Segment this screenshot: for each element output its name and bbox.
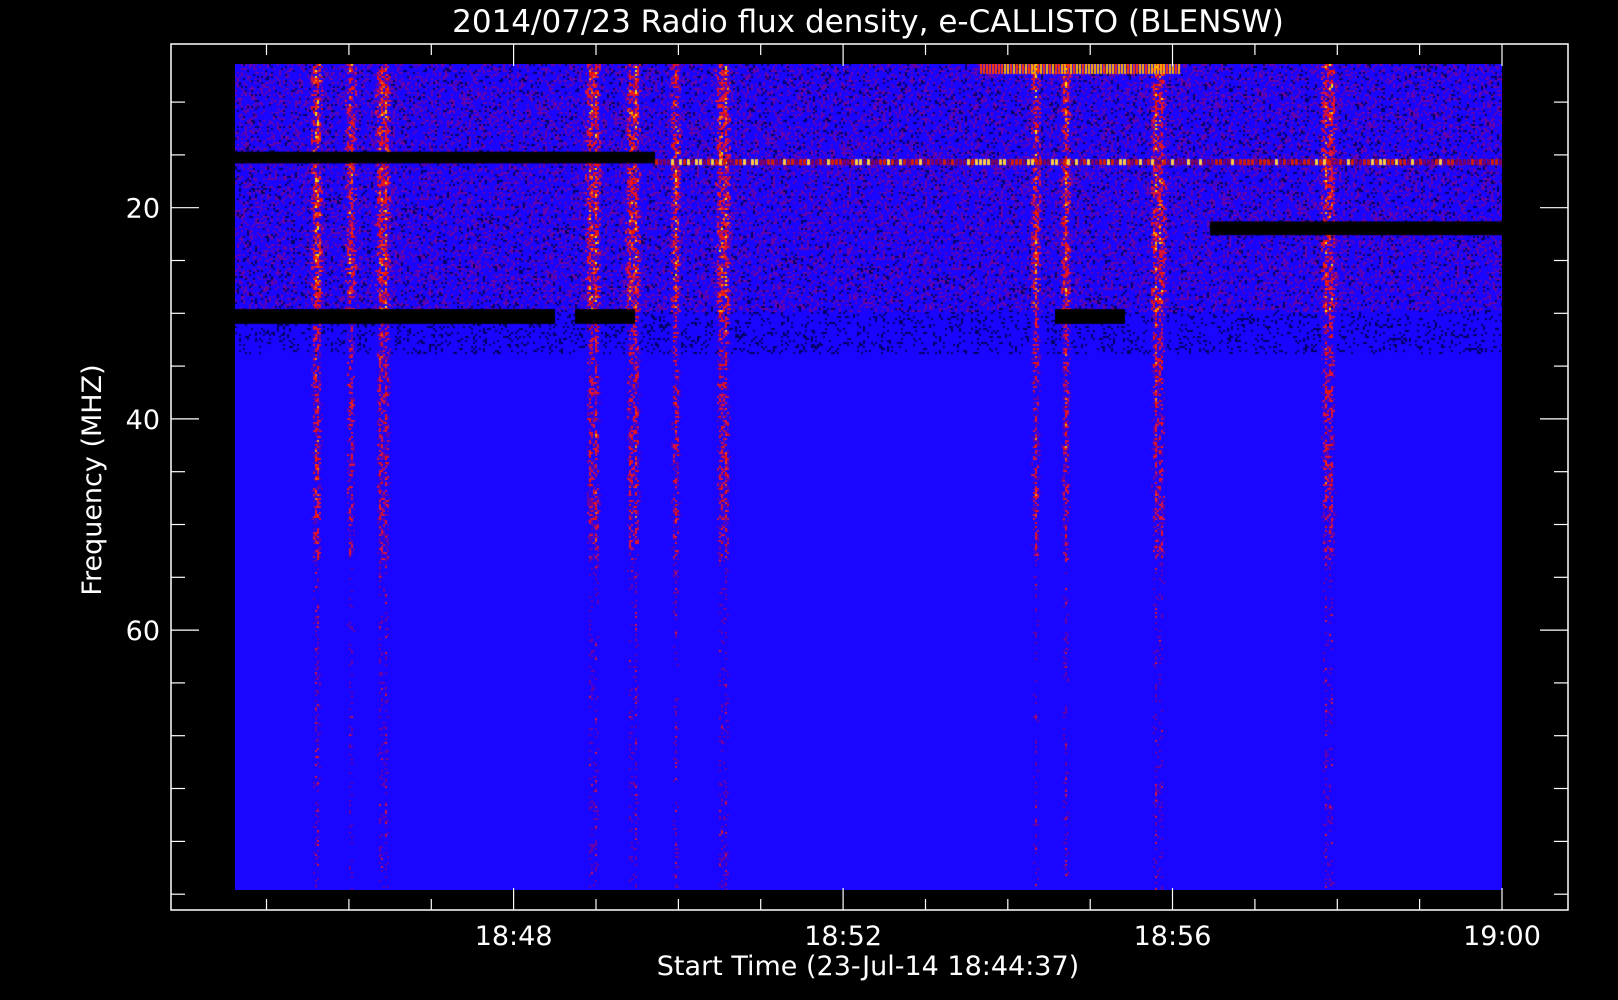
y-tick-label: 60 bbox=[126, 616, 160, 647]
x-tick-label: 18:48 bbox=[475, 921, 553, 952]
y-axis-label: Frequency (MHZ) bbox=[77, 364, 108, 595]
plot-frame bbox=[170, 43, 1569, 911]
y-tick-label: 40 bbox=[126, 405, 160, 436]
spectrogram-figure: 2014/07/23 Radio flux density, e-CALLIST… bbox=[0, 0, 1618, 1000]
x-tick-label: 18:56 bbox=[1134, 921, 1212, 952]
x-axis-label: Start Time (23-Jul-14 18:44:37) bbox=[657, 951, 1079, 982]
x-tick-label: 19:00 bbox=[1463, 921, 1541, 952]
y-axis-ticks: 20 40 60 bbox=[126, 101, 1568, 895]
chart-title: 2014/07/23 Radio flux density, e-CALLIST… bbox=[452, 4, 1284, 40]
y-tick-label: 20 bbox=[126, 194, 160, 225]
x-axis-ticks: 18:48 18:52 18:56 19:00 bbox=[265, 44, 1541, 952]
plot-axes: 2014/07/23 Radio flux density, e-CALLIST… bbox=[77, 4, 1569, 982]
x-tick-label: 18:52 bbox=[804, 921, 882, 952]
